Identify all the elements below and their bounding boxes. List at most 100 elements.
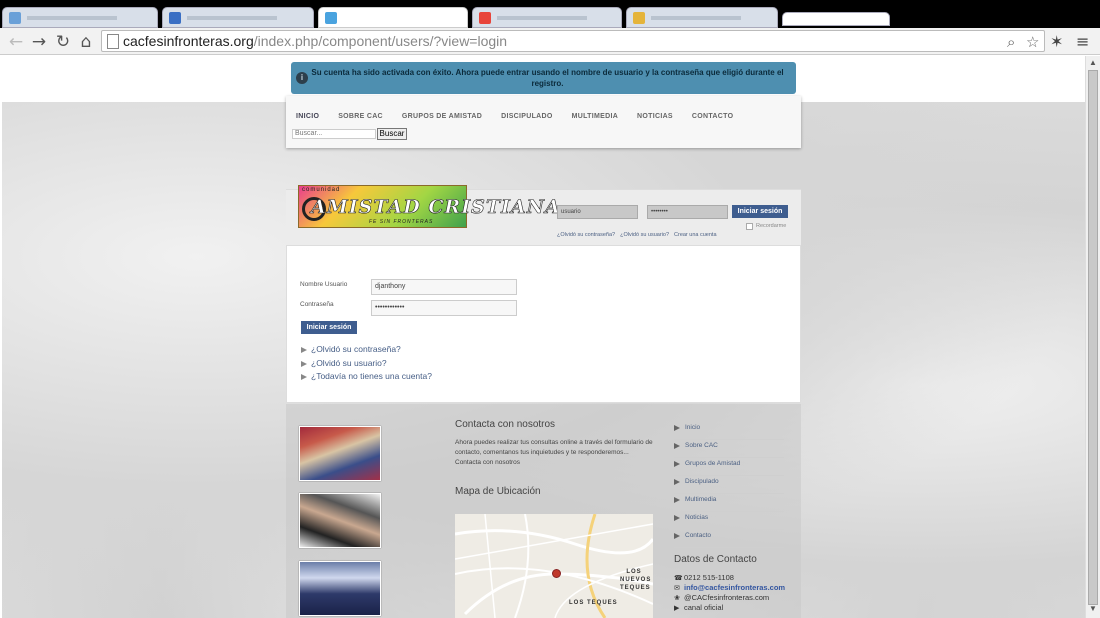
gallery-photo[interactable] xyxy=(299,561,381,616)
scroll-down-icon[interactable]: ▼ xyxy=(1089,604,1097,613)
zoom-magnifier-icon[interactable]: ⌕ xyxy=(1007,31,1015,53)
footer-nav-inicio[interactable]: Inicio xyxy=(674,422,784,440)
vertical-scrollbar[interactable]: ▲ ▼ xyxy=(1085,56,1100,618)
main-menu: INICIO SOBRE CAC GRUPOS DE AMISTAD DISCIPUL… xyxy=(296,105,752,123)
location-map[interactable]: LOS NUEVOS TEQUES LOS TEQUES xyxy=(455,514,653,618)
back-arrow-icon[interactable]: ← xyxy=(5,31,27,53)
twitter-bird-icon: ❀ xyxy=(674,594,680,602)
scrollbar-thumb[interactable] xyxy=(1088,70,1098,605)
activation-alert: i Su cuenta ha sido activada con éxito. … xyxy=(291,62,796,94)
new-tab-button[interactable] xyxy=(782,12,890,26)
map-pin-icon[interactable] xyxy=(552,569,561,578)
bullet-arrow-icon xyxy=(301,373,307,380)
tab-title xyxy=(187,16,277,20)
tab-title xyxy=(497,16,587,20)
header-password-input[interactable]: •••••••• xyxy=(647,205,728,219)
forgot-password-link[interactable]: ¿Olvidó su contraseña? xyxy=(301,344,401,354)
login-form: Nombre Usuario djanthony Contraseña ••••… xyxy=(286,245,801,403)
tab-title xyxy=(651,16,741,20)
top-navigation: INICIO SOBRE CAC GRUPOS DE AMISTAD DISCIPUL… xyxy=(286,96,801,148)
contact-text: Ahora puedes realizar tus consultas onli… xyxy=(455,439,653,466)
create-account-link[interactable]: ¿Todavía no tienes una cuenta? xyxy=(301,371,432,381)
mail-icon: ✉ xyxy=(674,584,680,592)
footer-nav-contacto[interactable]: Contacto xyxy=(674,530,784,548)
arrow-icon xyxy=(674,461,680,467)
reload-icon[interactable]: ↻ xyxy=(52,31,74,53)
menu-hamburger-icon[interactable]: ≡ xyxy=(1076,31,1089,53)
footer-nav-noticias[interactable]: Noticias xyxy=(674,512,784,530)
browser-tab[interactable] xyxy=(2,7,158,28)
footer-nav-multimedia[interactable]: Multimedia xyxy=(674,494,784,512)
tab-favicon-icon xyxy=(325,12,337,24)
tab-title xyxy=(27,16,117,20)
browser-toolbar: ← → ↻ ⌂ cacfesinfronteras.org/index.php/… xyxy=(0,28,1100,55)
arrow-icon xyxy=(674,515,680,521)
site-logo[interactable]: comunidad AMISTAD CRISTIANA FE SIN FRONT… xyxy=(298,185,560,228)
map-label: LOS NUEVOS TEQUES xyxy=(620,569,652,591)
logo-title: AMISTAD CRISTIANA xyxy=(311,196,561,219)
home-icon[interactable]: ⌂ xyxy=(75,31,97,53)
bullet-arrow-icon xyxy=(301,360,307,367)
twitter-row[interactable]: ❀ @CACfesinfronteras.com xyxy=(674,593,804,603)
scroll-up-icon[interactable]: ▲ xyxy=(1089,58,1097,67)
footer-nav-sobre-cac[interactable]: Sobre CAC xyxy=(674,440,784,458)
gallery-photo[interactable] xyxy=(299,426,381,481)
header-forgot-password-link[interactable]: ¿Olvidó su contraseña? xyxy=(557,232,615,238)
bullet-arrow-icon xyxy=(301,346,307,353)
browser-tab[interactable] xyxy=(472,7,622,28)
search-button[interactable]: Buscar xyxy=(377,128,407,140)
arrow-icon xyxy=(674,443,680,449)
tab-favicon-icon xyxy=(633,12,645,24)
footer-nav-grupos-de-amistad[interactable]: Grupos de Amistad xyxy=(674,458,784,476)
forgot-username-link[interactable]: ¿Olvidó su usuario? xyxy=(301,358,387,368)
search-input[interactable]: Buscar... xyxy=(292,129,376,139)
header-forgot-username-link[interactable]: ¿Olvidó su usuario? xyxy=(620,232,669,238)
menu-item-grupos-de-amistad[interactable]: GRUPOS DE AMISTAD xyxy=(402,113,482,120)
gallery-photo[interactable] xyxy=(299,493,381,548)
menu-item-contacto[interactable]: CONTACTO xyxy=(692,113,733,120)
remember-me-label: Recordarme xyxy=(756,223,787,229)
login-button[interactable]: Iniciar sesión xyxy=(301,321,357,334)
footer-nav-discipulado[interactable]: Discipulado xyxy=(674,476,784,494)
page-icon xyxy=(107,34,119,49)
contact-column: Contacta con nosotros Ahora puedes reali… xyxy=(455,419,655,505)
arrow-icon xyxy=(674,533,680,539)
header-login-button[interactable]: Iniciar sesión xyxy=(732,205,788,218)
logo-small-text: comunidad xyxy=(302,187,341,193)
arrow-icon xyxy=(674,479,680,485)
email-row[interactable]: ✉ info@cacfesinfronteras.com xyxy=(674,583,804,593)
password-label: Contraseña xyxy=(300,301,334,308)
header-login-links: ¿Olvidó su contraseña? ¿Olvidó su usuario… xyxy=(557,223,722,241)
menu-item-sobre-cac[interactable]: SOBRE CAC xyxy=(338,113,383,120)
password-field[interactable]: •••••••••••• xyxy=(371,300,517,316)
contact-data-heading: Datos de Contacto xyxy=(674,554,757,565)
address-bar[interactable]: cacfesinfronteras.org/index.php/componen… xyxy=(101,30,1045,52)
menu-item-inicio[interactable]: INICIO xyxy=(296,113,319,120)
extension-puzzle-icon[interactable]: ✶ xyxy=(1050,31,1063,53)
site-header: comunidad AMISTAD CRISTIANA FE SIN FRONT… xyxy=(286,185,801,245)
tab-favicon-icon xyxy=(479,12,491,24)
arrow-icon xyxy=(674,497,680,503)
remember-me-checkbox[interactable] xyxy=(746,223,753,230)
username-field[interactable]: djanthony xyxy=(371,279,517,295)
channel-row[interactable]: ▶ canal oficial xyxy=(674,603,804,613)
footer-nav: Inicio Sobre CAC Grupos de Amistad Disci… xyxy=(674,422,784,548)
menu-item-multimedia[interactable]: MULTIMEDIA xyxy=(572,113,618,120)
header-create-account-link[interactable]: Crear una cuenta xyxy=(674,232,717,238)
map-streets xyxy=(455,514,653,618)
page-viewport: i Su cuenta ha sido activada con éxito. … xyxy=(2,56,1085,618)
tab-favicon-icon xyxy=(9,12,21,24)
browser-tab-active[interactable] xyxy=(318,7,468,28)
username-label: Nombre Usuario xyxy=(300,281,348,288)
browser-tab[interactable] xyxy=(626,7,778,28)
channel-icon: ▶ xyxy=(674,604,680,612)
header-username-input[interactable]: usuario xyxy=(557,205,638,219)
phone-icon: ☎ xyxy=(674,574,683,582)
browser-tab[interactable] xyxy=(162,7,314,28)
bookmark-star-icon[interactable]: ☆ xyxy=(1026,31,1039,53)
menu-item-discipulado[interactable]: DISCIPULADO xyxy=(501,113,553,120)
menu-item-noticias[interactable]: NOTICIAS xyxy=(637,113,673,120)
contact-data: Datos de Contacto ☎0212 515-1108 ✉ info@c… xyxy=(674,554,804,613)
info-icon: i xyxy=(296,72,308,84)
forward-arrow-icon[interactable]: → xyxy=(28,31,50,53)
